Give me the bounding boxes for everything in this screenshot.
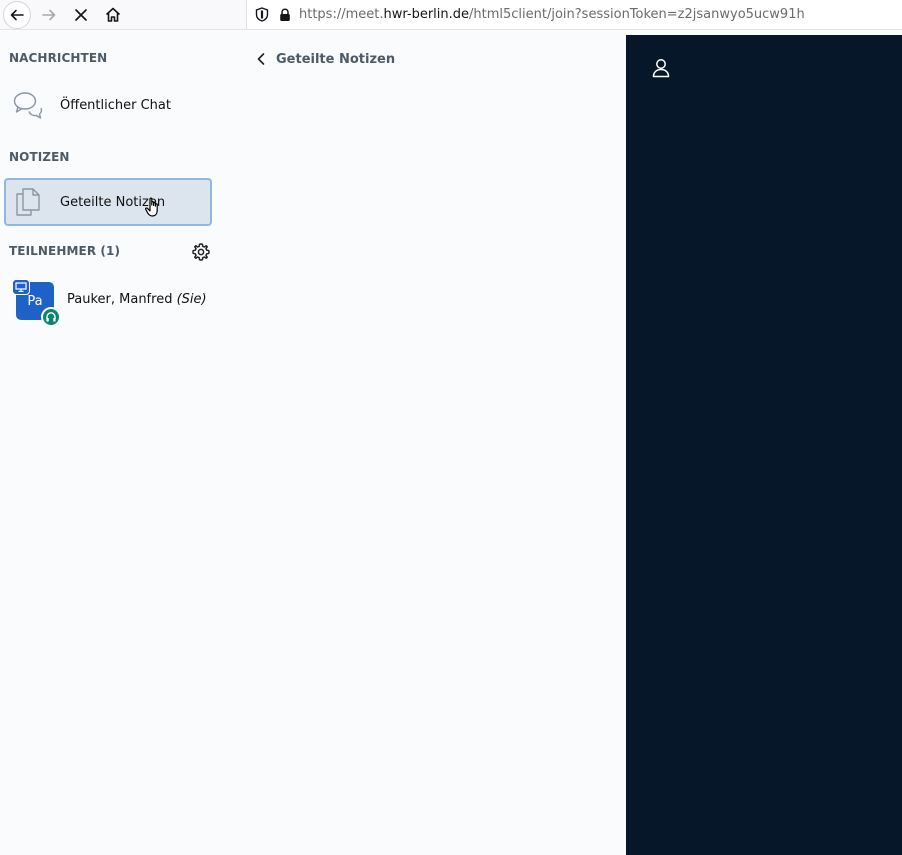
notes-panel-title: Geteilte Notizen bbox=[276, 51, 396, 67]
participant-row[interactable]: Pa Pauker, Manfred (Sie) bbox=[0, 276, 222, 328]
gear-icon bbox=[192, 243, 210, 261]
notes-panel-header[interactable]: Geteilte Notizen bbox=[256, 48, 395, 70]
shield-icon[interactable] bbox=[255, 7, 269, 22]
presenter-icon bbox=[12, 279, 30, 295]
sidebar: NACHRICHTEN Öffentlicher Chat NOTIZEN Ge… bbox=[0, 30, 222, 855]
chat-bubbles-icon bbox=[4, 90, 52, 120]
notes-section-title: NOTIZEN bbox=[9, 150, 70, 164]
browser-toolbar: https://meet.hwr-berlin.de/html5client/j… bbox=[0, 0, 902, 30]
lock-icon[interactable] bbox=[279, 7, 291, 22]
back-button[interactable] bbox=[0, 0, 32, 30]
public-chat-label: Öffentlicher Chat bbox=[60, 97, 171, 113]
user-list-toggle[interactable] bbox=[652, 58, 670, 82]
self-tag: (Sie) bbox=[176, 292, 207, 307]
headphones-icon bbox=[41, 307, 61, 327]
public-chat-item[interactable]: Öffentlicher Chat bbox=[4, 81, 212, 129]
shared-notes-item[interactable]: Geteilte Notizen bbox=[4, 178, 212, 226]
forward-button[interactable] bbox=[36, 0, 62, 30]
shared-notes-label: Geteilte Notizen bbox=[60, 194, 166, 210]
stop-button[interactable] bbox=[68, 0, 94, 30]
close-icon bbox=[75, 9, 87, 21]
messages-section-title: NACHRICHTEN bbox=[9, 51, 108, 65]
participant-name: Pauker, Manfred (Sie) bbox=[67, 292, 207, 307]
document-copy-icon bbox=[4, 187, 52, 217]
home-icon bbox=[105, 7, 121, 22]
chevron-left-icon[interactable] bbox=[256, 52, 266, 66]
back-arrow-icon bbox=[3, 1, 31, 29]
user-icon bbox=[652, 59, 670, 78]
participants-settings-button[interactable] bbox=[191, 242, 211, 262]
avatar-initials: Pa bbox=[27, 293, 43, 309]
forward-arrow-icon bbox=[42, 9, 56, 21]
participants-section-title: TEILNEHMER (1) bbox=[9, 244, 121, 258]
home-button[interactable] bbox=[100, 0, 126, 30]
presentation-area bbox=[626, 35, 902, 855]
url-text: https://meet.hwr-berlin.de/html5client/j… bbox=[299, 7, 805, 22]
url-bar[interactable]: https://meet.hwr-berlin.de/html5client/j… bbox=[246, 0, 902, 29]
